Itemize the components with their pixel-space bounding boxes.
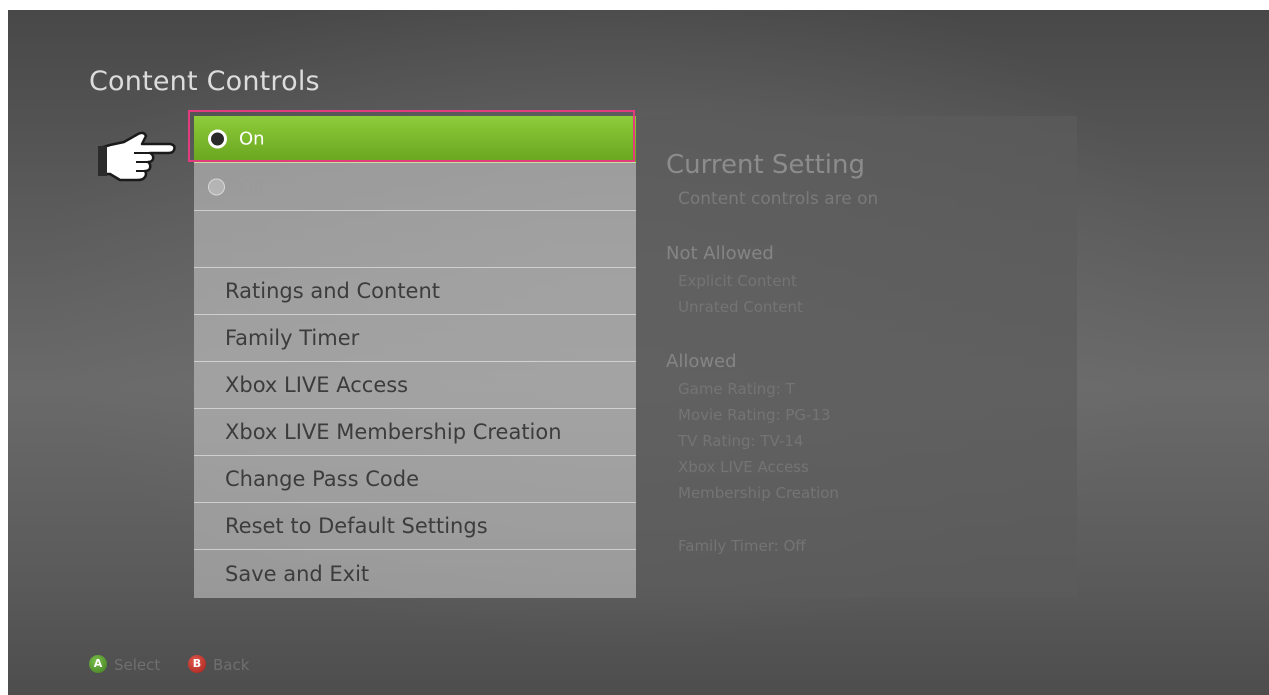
allowed-item: Membership Creation: [678, 484, 839, 502]
a-button-icon: A: [89, 655, 107, 673]
menu-item-label: Save and Exit: [225, 562, 370, 586]
not-allowed-item: Unrated Content: [678, 298, 803, 316]
current-setting-status: Content controls are on: [678, 189, 879, 209]
menu-item-label: Ratings and Content: [225, 279, 441, 303]
menu-item-label: Xbox LIVE Access: [225, 373, 409, 397]
allowed-item: Movie Rating: PG-13: [678, 406, 831, 424]
current-setting-title: Current Setting: [666, 150, 866, 180]
family-timer-status: Family Timer: Off: [678, 537, 806, 555]
menu-item-change-pass-code[interactable]: Change Pass Code: [194, 456, 636, 503]
content-controls-screen: Content Controls On Off Ratings and Cont…: [8, 10, 1269, 695]
not-allowed-heading: Not Allowed: [666, 243, 774, 264]
menu-item-label: Family Timer: [225, 326, 360, 350]
menu-item-label: Xbox LIVE Membership Creation: [225, 420, 562, 444]
menu-item-xbox-live-access[interactable]: Xbox LIVE Access: [194, 362, 636, 409]
content-controls-menu: On Off Ratings and Content Family Timer …: [194, 116, 636, 598]
allowed-heading: Allowed: [666, 351, 737, 372]
menu-item-save-and-exit[interactable]: Save and Exit: [194, 550, 636, 598]
radio-option-label: Off: [239, 176, 266, 197]
footer-select-label[interactable]: Select: [114, 656, 160, 674]
page-title: Content Controls: [89, 66, 320, 97]
pointing-hand-icon: [98, 131, 176, 182]
allowed-item: Xbox LIVE Access: [678, 458, 809, 476]
menu-item-label: Change Pass Code: [225, 467, 419, 491]
menu-item-label: Reset to Default Settings: [225, 514, 488, 538]
radio-option-off[interactable]: Off: [194, 163, 636, 211]
footer-back-label[interactable]: Back: [213, 656, 249, 674]
b-button-icon: B: [188, 655, 206, 673]
radio-unselected-icon: [208, 178, 225, 195]
radio-option-on[interactable]: On: [194, 116, 636, 163]
radio-option-label: On: [239, 128, 265, 150]
allowed-item: TV Rating: TV-14: [678, 432, 804, 450]
menu-item-family-timer[interactable]: Family Timer: [194, 315, 636, 362]
menu-item-xbox-live-membership-creation[interactable]: Xbox LIVE Membership Creation: [194, 409, 636, 456]
menu-item-reset-to-default-settings[interactable]: Reset to Default Settings: [194, 503, 636, 550]
radio-selected-icon: [208, 129, 227, 149]
menu-spacer: [194, 211, 636, 268]
current-setting-panel: Current Setting Content controls are on …: [636, 116, 1077, 598]
allowed-item: Game Rating: T: [678, 380, 795, 398]
not-allowed-item: Explicit Content: [678, 272, 797, 290]
menu-item-ratings-and-content[interactable]: Ratings and Content: [194, 268, 636, 315]
